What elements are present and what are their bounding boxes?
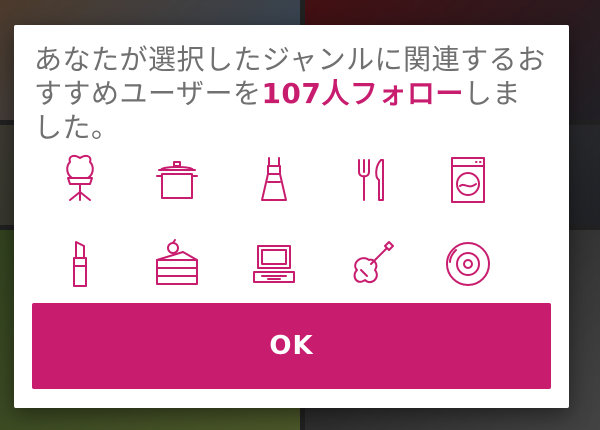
follow-count-highlight: 107人フォロー	[261, 77, 464, 110]
cake-icon	[149, 236, 205, 292]
cd-icon	[440, 236, 496, 292]
genre-icon-grid	[42, 152, 542, 292]
guitar-icon	[343, 236, 399, 292]
lipstick-icon	[52, 236, 108, 292]
pot-icon	[149, 152, 205, 208]
chair-icon	[52, 152, 108, 208]
cutlery-icon	[343, 152, 399, 208]
laptop-icon	[246, 236, 302, 292]
dress-icon	[246, 152, 302, 208]
washing-machine-icon	[440, 152, 496, 208]
follow-confirmation-dialog: あなたが選択したジャンルに関連するおすすめユーザーを107人フォローしました。	[14, 25, 569, 408]
dialog-message: あなたが選択したジャンルに関連するおすすめユーザーを107人フォローしました。	[34, 43, 549, 145]
ok-button[interactable]: OK	[32, 303, 551, 389]
